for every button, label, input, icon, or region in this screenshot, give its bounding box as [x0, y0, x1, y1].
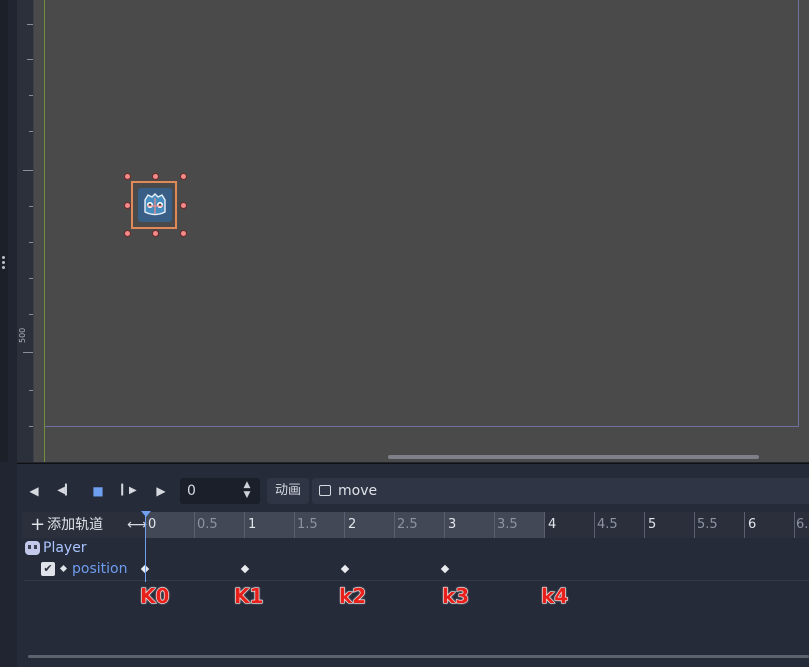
keyframe-annotation: k3 — [441, 584, 470, 609]
ruler-tick — [244, 512, 245, 538]
stop-icon[interactable]: ■ — [90, 483, 106, 499]
ruler-time-label: 1.5 — [297, 517, 318, 532]
timeline-horizontal-scrollbar[interactable] — [28, 655, 809, 658]
resize-handle-w[interactable] — [124, 202, 131, 209]
ruler-tick — [294, 512, 295, 538]
animation-selector[interactable]: move — [312, 478, 809, 504]
keyframe-annotation: K0 — [139, 584, 170, 609]
property-track-label: position — [72, 561, 128, 577]
node-track-player[interactable] — [24, 539, 809, 559]
ruler-tick — [694, 512, 695, 538]
ruler-tick — [394, 512, 395, 538]
canvas-viewport[interactable] — [34, 0, 809, 462]
ruler-tick — [194, 512, 195, 538]
ruler-time-label: 3.5 — [497, 517, 518, 532]
playhead-handle[interactable] — [141, 511, 151, 517]
ruler-time-label: 4.5 — [597, 517, 618, 532]
y-axis-guide — [44, 0, 45, 462]
player-node-icon — [25, 541, 40, 555]
ruler-time-label: 4 — [548, 517, 557, 532]
viewport-frame-right — [798, 0, 799, 427]
animation-menu-button[interactable]: 动画 — [267, 478, 309, 504]
ruler-time-label: 6. — [796, 517, 809, 532]
resize-handle-ne[interactable] — [180, 173, 187, 180]
time-spinner-icon[interactable]: ▲ ▼ — [240, 480, 254, 502]
resize-handle-nw[interactable] — [124, 173, 131, 180]
playhead[interactable] — [145, 512, 146, 582]
ruler-tick — [594, 512, 595, 538]
track-enabled-checkbox[interactable]: ✔ — [41, 562, 55, 576]
play-icon[interactable]: ▶ — [153, 483, 169, 499]
keyframe-annotation: K1 — [233, 584, 264, 609]
prev-frame-icon[interactable]: ◀▎ — [57, 483, 73, 499]
ruler-tick — [344, 512, 345, 538]
resize-handle-n[interactable] — [152, 173, 159, 180]
plus-icon: + — [30, 514, 46, 535]
resize-handle-sw[interactable] — [124, 230, 131, 237]
ruler-tick — [544, 512, 545, 538]
add-track-label: 添加轨道 — [47, 517, 104, 533]
viewport-frame-bottom — [45, 426, 799, 427]
ruler-time-label: 3 — [448, 517, 457, 532]
ruler-time-label: 0 — [148, 517, 157, 532]
ruler-time-label: 2 — [348, 517, 357, 532]
dock-resize-grip-icon[interactable] — [1, 256, 7, 274]
ruler-time-label: 5.5 — [697, 517, 718, 532]
resize-handle-s[interactable] — [152, 230, 159, 237]
keyframe-annotation: k2 — [338, 584, 367, 609]
viewport-horizontal-scrollbar[interactable] — [388, 455, 759, 459]
vertical-ruler — [17, 0, 34, 462]
ruler-time-label: 1 — [248, 517, 257, 532]
resize-handle-e[interactable] — [180, 202, 187, 209]
animation-icon — [319, 485, 331, 496]
ruler-tick — [794, 512, 795, 538]
ruler-tick — [494, 512, 495, 538]
ruler-time-label: 2.5 — [397, 517, 418, 532]
godot-logo-icon — [138, 188, 172, 222]
ruler-label: 500 — [18, 327, 27, 343]
next-frame-icon[interactable]: ▎▶ — [121, 483, 137, 499]
ruler-tick — [744, 512, 745, 538]
ruler-time-label: 6 — [748, 517, 757, 532]
ruler-tick — [444, 512, 445, 538]
play-backwards-icon[interactable]: ◀ — [26, 483, 42, 499]
keyframe-annotation: k4 — [540, 584, 569, 609]
left-dock-strip — [0, 0, 8, 462]
add-track-button[interactable]: + 添加轨道 — [30, 512, 120, 538]
resize-handle-se[interactable] — [180, 230, 187, 237]
ruler-tick — [644, 512, 645, 538]
node-track-label: Player — [43, 540, 87, 556]
animation-name: move — [338, 483, 378, 499]
ruler-time-label: 5 — [648, 517, 657, 532]
ruler-time-label: 0.5 — [197, 517, 218, 532]
